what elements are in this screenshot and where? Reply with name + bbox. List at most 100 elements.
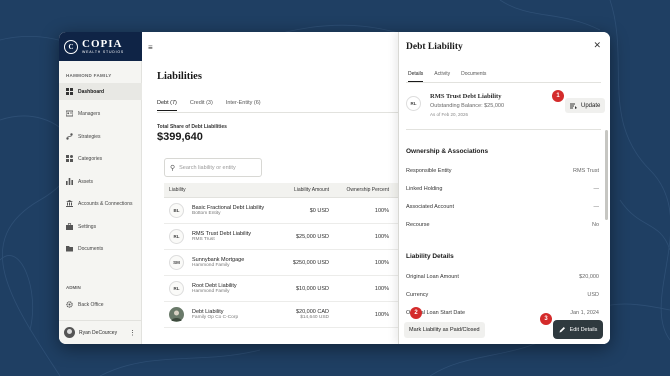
sidebar-item-label: Documents — [78, 245, 104, 252]
column-header-amount[interactable]: Liability Amount — [265, 187, 329, 193]
tab-credit[interactable]: Credit (3) — [190, 100, 213, 111]
tab-debt[interactable]: Debt (7) — [157, 100, 177, 111]
sidebar-item-label: Managers — [78, 110, 101, 117]
app-window: C COPIA WEALTH STUDIOS HAMMOND FAMILY Da… — [59, 32, 610, 344]
grid-icon — [66, 88, 73, 95]
detail-value: Jan 1, 2024 — [570, 310, 599, 316]
detail-value: $20,000 — [579, 274, 599, 280]
kebab-menu-icon[interactable]: ⋮ — [129, 329, 136, 337]
table-row[interactable]: RL RMS Trust Debt Liability RMS Trust $25… — [164, 224, 398, 250]
liability-summary-card: RL RMS Trust Debt Liability Outstanding … — [406, 90, 606, 122]
search-input[interactable]: ⚲ Search liability or entity — [164, 158, 262, 177]
table-row[interactable]: SM Sunnybank Mortgage Hammond Family $250… — [164, 250, 398, 276]
step-marker-2: 2 — [410, 307, 422, 319]
detail-row: Recourse No — [406, 222, 599, 228]
detail-value: — — [593, 186, 600, 192]
logo-name: COPIA — [82, 37, 123, 50]
panel-scrollbar[interactable] — [605, 130, 608, 220]
step-marker-1: 1 — [552, 90, 564, 102]
table-row[interactable]: RL Root Debt Liability Hammond Family $10… — [164, 276, 398, 302]
sidebar-item-assets[interactable]: Assets — [59, 173, 142, 190]
table-row[interactable]: Debt Liability Family Op Co C-Corp $20,00… — [164, 302, 398, 328]
row-entity: Hammond Family — [192, 263, 230, 269]
row-percent: 100% — [374, 285, 389, 292]
tab-inter-entity[interactable]: Inter-Entity (6) — [226, 100, 261, 111]
id-card-icon — [66, 110, 73, 117]
panel-footer: Mark Liability as Paid/Closed Edit Detai… — [399, 317, 610, 344]
detail-value: No — [591, 222, 599, 228]
row-amount: $25,000 USD — [295, 233, 329, 240]
section-title-ownership: Ownership & Associations — [406, 148, 489, 155]
row-percent: 100% — [374, 207, 389, 214]
collapse-sidebar-icon[interactable]: ≡ — [148, 43, 153, 52]
mark-paid-button[interactable]: Mark Liability as Paid/Closed — [404, 322, 485, 338]
close-icon[interactable]: ✕ — [593, 40, 601, 51]
section-title-liability-details: Liability Details — [406, 253, 454, 260]
bar-chart-icon — [66, 178, 73, 185]
detail-label: Responsible Entity — [406, 168, 452, 174]
sidebar-item-accounts[interactable]: Accounts & Connections — [59, 195, 142, 212]
row-percent: 100% — [374, 233, 389, 240]
logo[interactable]: C COPIA WEALTH STUDIOS — [59, 32, 142, 61]
sidebar-item-settings[interactable]: Settings — [59, 218, 142, 235]
table-row[interactable]: BL Basic Fractional Debt Liability Bottom… — [164, 198, 398, 224]
edit-details-label: Edit Details — [569, 326, 598, 333]
sidebar-item-categories[interactable]: Categories — [59, 150, 142, 167]
detail-label: Currency — [406, 292, 429, 298]
row-photo-avatar — [169, 307, 184, 322]
detail-label: Linked Holding — [406, 186, 443, 192]
detail-label: Original Loan Amount — [406, 274, 459, 280]
admin-label: ADMIN — [66, 285, 81, 290]
update-button[interactable]: Update — [565, 98, 606, 113]
sidebar-item-label: Dashboard — [78, 88, 105, 95]
family-label: HAMMOND FAMILY — [66, 73, 112, 78]
detail-value: RMS Trust — [573, 168, 599, 174]
user-name: Ryan DeCourcey — [79, 329, 118, 336]
panel-title: Debt Liability — [406, 42, 463, 52]
sidebar-item-documents[interactable]: Documents — [59, 240, 142, 257]
liability-initials-badge: RL — [406, 96, 421, 111]
row-amount: $10,000 USD — [295, 285, 329, 292]
liability-name: RMS Trust Debt Liability — [430, 93, 502, 100]
sidebar-item-label: Settings — [78, 223, 97, 230]
tab-documents[interactable]: Documents — [461, 71, 486, 82]
detail-row: Original Loan Start Date Jan 1, 2024 — [406, 310, 599, 316]
row-initials-badge: RL — [169, 229, 184, 244]
bank-icon — [66, 200, 73, 207]
main-content: ≡ Liabilities Debt (7) Credit (3) Inter-… — [143, 32, 398, 344]
row-amount: $0 USD — [309, 207, 329, 214]
outstanding-balance: Outstanding Balance: $25,000 — [430, 103, 505, 109]
sidebar-item-label: Assets — [78, 178, 94, 185]
detail-row: Currency USD — [406, 292, 599, 298]
row-entity: Family Op Co C-Corp — [192, 315, 239, 321]
search-icon: ⚲ — [170, 164, 176, 172]
tab-details[interactable]: Details — [408, 71, 424, 82]
detail-row: Original Loan Amount $20,000 — [406, 274, 599, 280]
column-header-liability[interactable]: Liability — [164, 187, 265, 193]
user-profile[interactable]: Ryan DeCourcey ⋮ — [59, 320, 142, 344]
search-placeholder: Search liability or entity — [179, 164, 236, 171]
row-initials-badge: SM — [169, 255, 184, 270]
row-entity: Hammond Family — [192, 289, 230, 295]
row-entity: RMS Trust — [192, 237, 215, 243]
tab-activity[interactable]: Activity — [434, 71, 450, 82]
column-header-ownership[interactable]: Ownership Percent — [329, 187, 398, 193]
as-of-date: As of Feb 20, 2026 — [430, 112, 469, 117]
sidebar-item-back-office[interactable]: Back Office — [59, 296, 142, 313]
sidebar-item-label: Categories — [78, 155, 103, 162]
sidebar-item-label: Back Office — [78, 301, 104, 308]
sidebar-item-dashboard[interactable]: Dashboard — [59, 83, 142, 100]
row-percent: 100% — [374, 311, 389, 318]
sidebar-item-managers[interactable]: Managers — [59, 105, 142, 122]
logo-seal-icon: C — [64, 39, 78, 54]
panel-divider — [406, 129, 601, 130]
detail-label: Associated Account — [406, 204, 455, 210]
detail-row: Linked Holding — — [406, 186, 599, 192]
edit-details-button[interactable]: Edit Details — [553, 320, 603, 339]
row-initials-badge: BL — [169, 203, 184, 218]
tabs-divider — [157, 112, 398, 113]
sidebar-item-label: Strategies — [78, 133, 101, 140]
avatar — [64, 327, 75, 338]
sidebar-item-strategies[interactable]: Strategies — [59, 128, 142, 145]
row-amount: $250,000 USD — [292, 259, 329, 266]
